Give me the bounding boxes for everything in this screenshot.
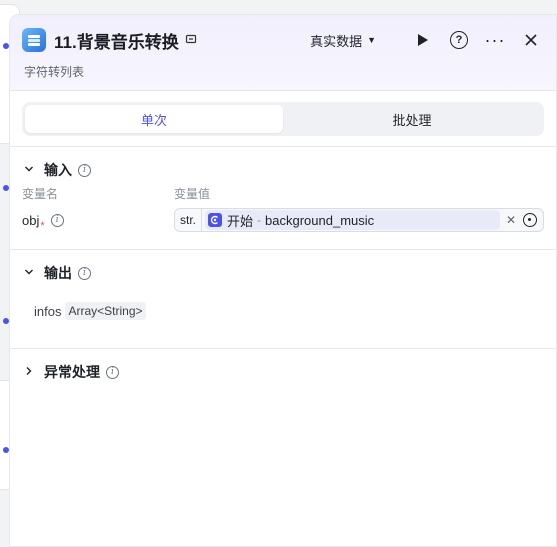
- info-icon[interactable]: i: [50, 213, 64, 227]
- info-icon[interactable]: i: [106, 365, 119, 379]
- type-tag[interactable]: str.: [175, 209, 203, 231]
- chevron-down-icon: [24, 266, 38, 280]
- tab-batch[interactable]: 批处理: [283, 105, 541, 133]
- node-description: 字符转列表: [24, 65, 85, 79]
- exception-section-header[interactable]: 异常处理 i: [22, 349, 544, 395]
- node-title[interactable]: 11.背景音乐转换: [54, 28, 179, 53]
- output-field-name: infos: [34, 303, 62, 319]
- info-icon[interactable]: i: [78, 163, 91, 177]
- input-section: 输入 i 变量名 变量值 obj * i str. 开始 - backgroun…: [10, 147, 556, 250]
- input-section-title: 输入: [44, 162, 72, 178]
- output-section-title: 输出: [44, 265, 72, 281]
- info-icon[interactable]: i: [78, 266, 91, 280]
- output-field-row: infos Array<String>: [22, 296, 544, 326]
- required-mark: *: [40, 220, 45, 232]
- close-icon: [525, 34, 537, 46]
- tab-single[interactable]: 单次: [25, 105, 283, 133]
- caret-down-icon: ▼: [367, 35, 376, 45]
- play-icon: [418, 34, 428, 46]
- output-section: 输出 i infos Array<String>: [10, 250, 556, 349]
- target-icon[interactable]: [523, 213, 537, 227]
- data-mode-select[interactable]: 真实数据 ▼: [310, 31, 376, 50]
- more-button[interactable]: ···: [484, 29, 506, 51]
- run-mode-tabs: 单次 批处理: [22, 102, 544, 136]
- ref-variable-name: background_music: [265, 212, 375, 228]
- ref-separator: -: [257, 213, 262, 227]
- clear-icon[interactable]: ✕: [506, 213, 516, 227]
- panel-header: 11.背景音乐转换 真实数据 ▼ ? ··· 字符转列表: [10, 15, 556, 91]
- column-label-name: 变量名: [22, 187, 59, 201]
- chevron-down-icon: [24, 163, 38, 177]
- variable-reference[interactable]: 开始 - background_music: [205, 210, 500, 230]
- start-node-icon: [208, 213, 223, 227]
- more-icon: ···: [484, 29, 506, 50]
- help-icon: ?: [450, 31, 468, 49]
- edit-title-icon[interactable]: [185, 33, 197, 48]
- output-section-header[interactable]: 输出 i: [22, 250, 544, 296]
- node-config-panel: 11.背景音乐转换 真实数据 ▼ ? ··· 字符转列表 单次 批处理 输入 i…: [9, 14, 557, 547]
- data-mode-label: 真实数据: [310, 33, 363, 49]
- output-field-type: Array<String>: [65, 302, 146, 320]
- param-name: obj: [22, 212, 40, 228]
- column-label-value: 变量值: [174, 187, 211, 201]
- close-button[interactable]: [520, 29, 542, 51]
- run-button[interactable]: [412, 29, 434, 51]
- help-button[interactable]: ?: [448, 29, 470, 51]
- exception-section-title: 异常处理: [44, 364, 100, 380]
- ref-node-name: 开始: [227, 213, 254, 229]
- chevron-right-icon: [24, 365, 38, 379]
- exception-section: 异常处理 i: [10, 349, 556, 395]
- input-param-row: obj * i str. 开始 - background_music ✕: [22, 201, 544, 239]
- node-type-icon: [22, 28, 46, 52]
- param-value-input[interactable]: str. 开始 - background_music ✕: [174, 208, 544, 232]
